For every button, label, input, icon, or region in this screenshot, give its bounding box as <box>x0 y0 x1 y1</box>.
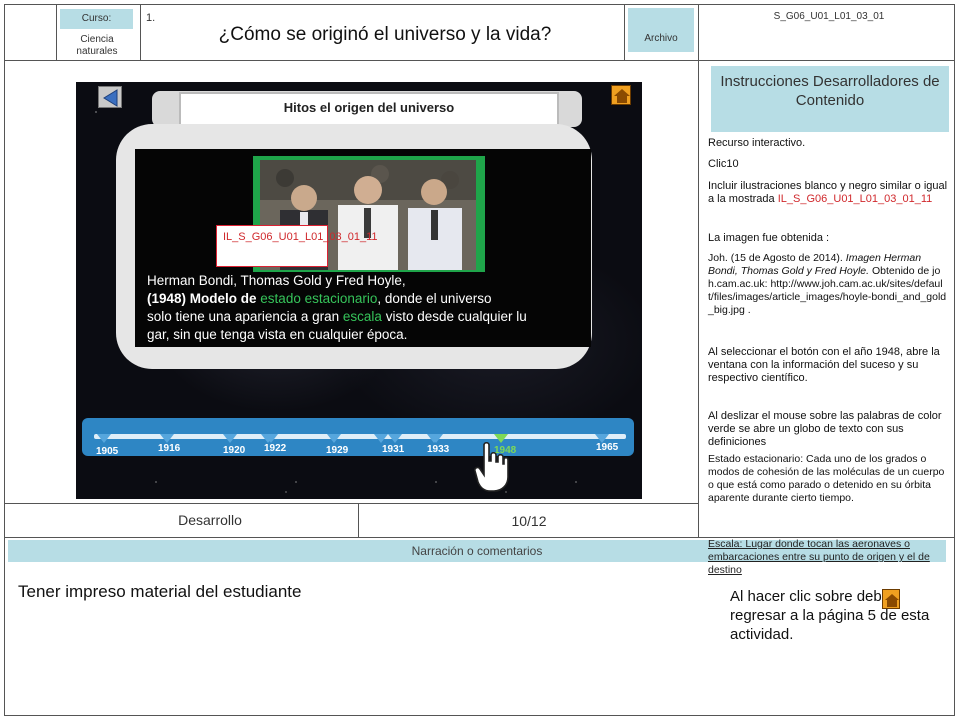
caption-rest-1: , donde el universo <box>377 291 492 306</box>
border-top <box>4 4 955 5</box>
curso-value: Ciencia naturales <box>76 34 118 57</box>
curso-label: Curso: <box>60 9 133 29</box>
caption-line-4: gar, sin que tenga vista en cualquier ép… <box>147 327 408 342</box>
resource-code: S_G06_U01_L01_03_01 <box>773 11 885 22</box>
incluir-text: Incluir ilustraciones blanco y negro sim… <box>708 180 948 205</box>
timeline-marker-1931[interactable] <box>374 434 388 443</box>
border-left <box>4 4 5 716</box>
obtenida-text: La imagen fue obtenida : <box>708 232 830 244</box>
al-hacer-clic-text: Al hacer clic sobre debe regresar a la p… <box>730 588 930 643</box>
al-deslizar-text: Al deslizar el mouse sobre las palabras … <box>708 410 942 448</box>
timeline-year-1931[interactable]: 1931 <box>382 444 404 455</box>
timeline-year-1905[interactable]: 1905 <box>96 446 118 457</box>
timeline-marker-1905[interactable] <box>97 434 111 443</box>
timeline-marker-1920[interactable] <box>223 434 237 443</box>
lesson-number: 1. <box>146 12 156 24</box>
timeline-year-1922[interactable]: 1922 <box>264 443 286 454</box>
caption-line-3: solo tiene una apariencia a gran escala … <box>147 309 527 324</box>
timeline-year-1933[interactable]: 1933 <box>427 444 449 455</box>
timeline-year-1929[interactable]: 1929 <box>326 445 348 456</box>
timeline-year-1916[interactable]: 1916 <box>158 443 180 454</box>
caption-year-model: (1948) Modelo de <box>147 291 257 306</box>
al-seleccionar-text: Al seleccionar el botón con el año 1948,… <box>708 346 940 384</box>
caption-text: Herman Bondi, Thomas Gold y Fred Hoyle, … <box>147 272 587 344</box>
divider-header <box>4 60 955 61</box>
divider-desarrollo-mid <box>358 503 359 538</box>
desarrollo-label: Desarrollo <box>178 512 242 528</box>
timeline-marker-1916[interactable] <box>160 434 174 443</box>
divider-desarrollo-top <box>4 503 699 504</box>
divider-col1 <box>56 4 57 61</box>
divider-right-column <box>698 4 699 537</box>
back-arrow-icon[interactable] <box>98 86 122 108</box>
tener-impreso-text: Tener impreso material del estudiante <box>18 582 302 601</box>
caption-line-2: (1948) Modelo de estado estacionario, do… <box>147 290 587 308</box>
timeline-marker-extra-3[interactable] <box>429 434 443 443</box>
hand-cursor-icon <box>474 441 510 493</box>
clic10-text: Clic10 <box>708 158 739 170</box>
instrucciones-header: Instrucciones Desarrolladores de Conteni… <box>711 66 949 132</box>
term-estado-estacionario[interactable]: estado estacionario <box>260 291 377 306</box>
home-inline-icon <box>882 589 900 609</box>
divider-col2 <box>140 4 141 61</box>
page-counter: 10/12 <box>511 513 547 529</box>
estado-definition: Estado estacionario: Cada uno de los gra… <box>708 453 945 504</box>
banner-title: Hitos el origen del universo <box>179 92 559 126</box>
timeline-marker-extra-1[interactable] <box>264 434 278 443</box>
term-escala[interactable]: escala <box>343 309 382 324</box>
border-bottom <box>4 715 955 716</box>
incluir-code: IL_S_G06_U01_L01_03_01_11 <box>777 193 933 205</box>
caption-line-1: Herman Bondi, Thomas Gold y Fred Hoyle, <box>147 273 406 288</box>
recurso-text: Recurso interactivo. <box>708 137 806 149</box>
home-icon[interactable] <box>611 85 631 105</box>
escala-definition: Escala: Lugar donde tocan las aeronaves … <box>708 538 930 576</box>
divider-col3 <box>624 4 625 61</box>
timeline-year-1965[interactable]: 1965 <box>596 442 618 453</box>
archivo-label: Archivo <box>628 8 694 52</box>
page-title: ¿Cómo se originó el universo y la vida? <box>218 24 552 45</box>
border-right <box>954 4 955 716</box>
timeline-marker-extra-2[interactable] <box>388 434 402 443</box>
image-label-code: IL_S_G06_U01_L01_03_01_11 <box>216 225 378 267</box>
timeline-year-1920[interactable]: 1920 <box>223 445 245 456</box>
interactive-scene: Hitos el origen del universo IL_S_G06_U0… <box>76 82 642 499</box>
timeline-marker-1929[interactable] <box>327 434 341 443</box>
source-citation: Joh. (15 de Agosto de 2014). Imagen Herm… <box>708 252 947 316</box>
